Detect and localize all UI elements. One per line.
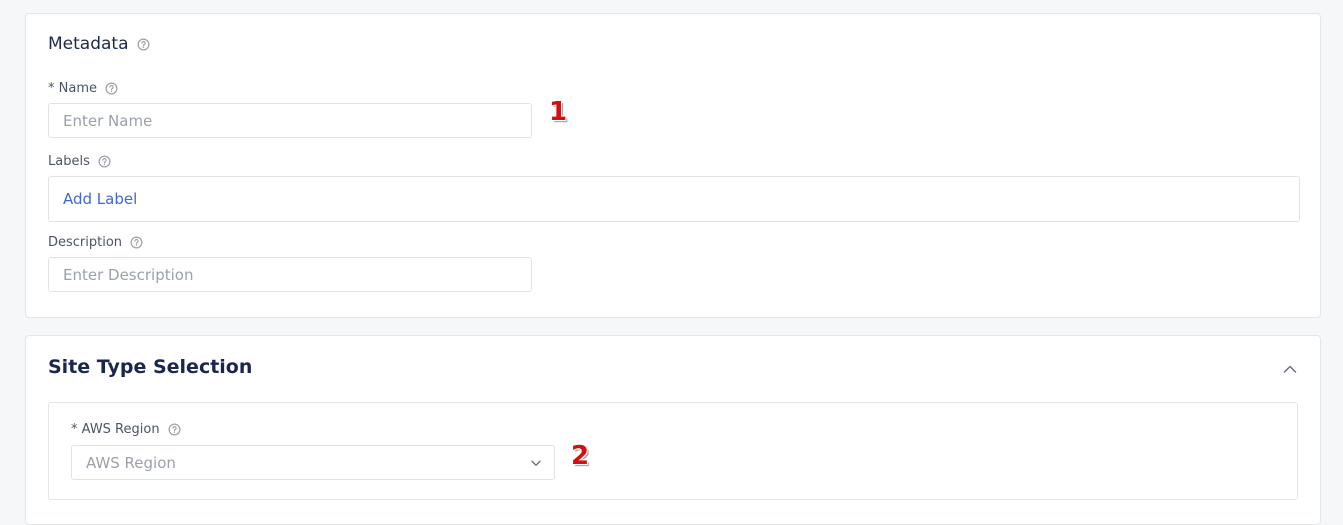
metadata-title: Metadata — [48, 34, 150, 54]
aws-region-select[interactable]: AWS Region — [71, 445, 555, 480]
help-icon[interactable] — [168, 423, 181, 436]
help-icon[interactable] — [105, 82, 118, 95]
region-box: * AWS Region AWS Region — [48, 402, 1298, 500]
site-type-card: Site Type Selection * AWS Region AWS Reg… — [25, 335, 1321, 525]
annotation-marker-2: 2 — [571, 441, 590, 471]
region-label: * AWS Region — [71, 422, 181, 437]
help-icon[interactable] — [98, 155, 111, 168]
chevron-up-icon[interactable] — [1282, 361, 1298, 377]
name-label: * Name — [48, 81, 118, 96]
region-label-text: * AWS Region — [71, 422, 160, 437]
name-placeholder: Enter Name — [63, 111, 153, 130]
region-placeholder: AWS Region — [86, 453, 176, 472]
help-icon[interactable] — [137, 38, 150, 51]
chevron-down-icon — [530, 457, 542, 469]
labels-label-text: Labels — [48, 154, 90, 169]
description-label: Description — [48, 235, 143, 250]
labels-label: Labels — [48, 154, 111, 169]
site-type-title: Site Type Selection — [48, 356, 253, 378]
metadata-title-text: Metadata — [48, 34, 129, 54]
labels-field: Add Label — [48, 176, 1300, 222]
annotation-marker-1: 1 — [549, 97, 568, 127]
add-label-link[interactable]: Add Label — [63, 190, 137, 208]
description-label-text: Description — [48, 235, 123, 250]
description-placeholder: Enter Description — [63, 265, 194, 284]
name-label-text: * Name — [48, 81, 97, 96]
description-input[interactable]: Enter Description — [48, 257, 532, 292]
metadata-card: Metadata * Name Enter Name Labels Add La… — [25, 13, 1321, 318]
help-icon[interactable] — [130, 236, 143, 249]
name-input[interactable]: Enter Name — [48, 103, 532, 138]
